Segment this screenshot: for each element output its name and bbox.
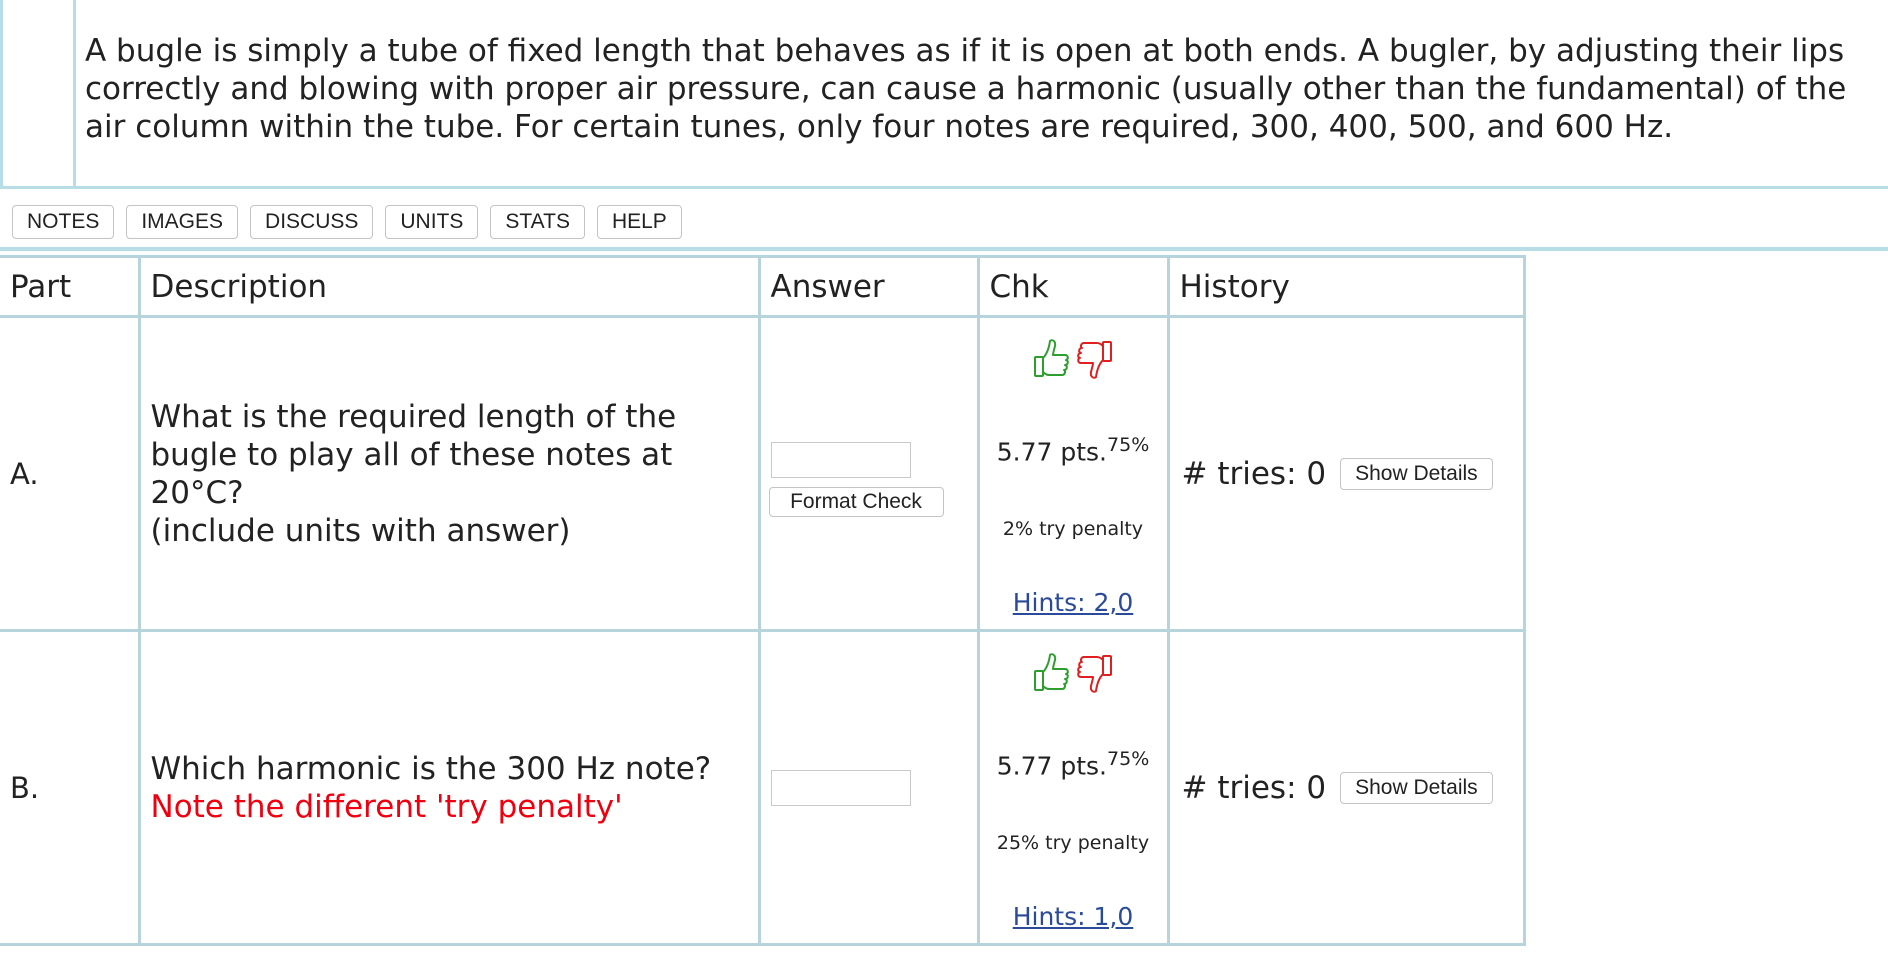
description-line: (include units with answer) bbox=[150, 512, 571, 549]
history-cell: # tries: 0 Show Details bbox=[1166, 629, 1526, 946]
header-answer: Answer bbox=[757, 255, 980, 318]
images-button[interactable]: IMAGES bbox=[126, 205, 239, 239]
tries-count: # tries: 0 bbox=[1181, 769, 1327, 806]
percent-value: 75% bbox=[1107, 748, 1150, 770]
answer-cell bbox=[757, 629, 980, 946]
answer-input[interactable] bbox=[770, 442, 911, 478]
description-line: bugle to play all of these notes at bbox=[150, 436, 673, 473]
answer-cell: Format Check bbox=[757, 315, 980, 632]
question-description: What is the required length of the bugle… bbox=[137, 315, 761, 632]
answer-input[interactable] bbox=[770, 770, 911, 806]
table-header-row: Part Description Answer Chk History bbox=[0, 255, 1526, 318]
discuss-button[interactable]: DISCUSS bbox=[250, 205, 374, 239]
hints-link[interactable]: Hints: 1,0 bbox=[980, 902, 1167, 931]
description-line: Which harmonic is the 300 Hz note? bbox=[150, 750, 712, 787]
hints-link[interactable]: Hints: 2,0 bbox=[980, 588, 1167, 617]
header-chk: Chk bbox=[976, 255, 1170, 318]
penalty-note: Note the different 'try penalty' bbox=[150, 788, 623, 825]
thumbs-down-icon[interactable] bbox=[1075, 650, 1115, 696]
toolbar: NOTES IMAGES DISCUSS UNITS STATS HELP bbox=[12, 205, 682, 239]
problem-box: A bugle is simply a tube of fixed length… bbox=[0, 0, 1888, 189]
thumbs-up-icon[interactable] bbox=[1031, 650, 1071, 696]
description-line: What is the required length of the bbox=[150, 398, 677, 435]
header-history: History bbox=[1166, 255, 1526, 318]
part-label: B. bbox=[0, 629, 141, 946]
tries-count: # tries: 0 bbox=[1181, 455, 1327, 492]
question-description: Which harmonic is the 300 Hz note? Note … bbox=[137, 629, 761, 946]
try-penalty: 2% try penalty bbox=[1002, 518, 1144, 540]
table-row: A. What is the required length of the bu… bbox=[0, 315, 1526, 632]
notes-button[interactable]: NOTES bbox=[12, 205, 115, 239]
header-description: Description bbox=[137, 255, 761, 318]
history-cell: # tries: 0 Show Details bbox=[1166, 315, 1526, 632]
format-check-button[interactable]: Format Check bbox=[768, 487, 944, 517]
points-value: 5.77 pts. bbox=[996, 437, 1108, 467]
points-label: 5.77 pts.75% bbox=[980, 748, 1167, 780]
stats-button[interactable]: STATS bbox=[490, 205, 585, 239]
show-details-button[interactable]: Show Details bbox=[1340, 771, 1493, 804]
thumbs-down-icon[interactable] bbox=[1075, 336, 1115, 382]
try-penalty: 25% try penalty bbox=[996, 832, 1150, 854]
table-row: B. Which harmonic is the 300 Hz note? No… bbox=[0, 629, 1526, 946]
units-button[interactable]: UNITS bbox=[385, 205, 479, 239]
description-line: 20°C? bbox=[150, 474, 244, 511]
header-part: Part bbox=[0, 255, 141, 318]
part-label: A. bbox=[0, 315, 141, 632]
toolbar-divider bbox=[0, 247, 1888, 251]
thumbs-up-icon[interactable] bbox=[1031, 336, 1071, 382]
points-value: 5.77 pts. bbox=[996, 751, 1108, 781]
question-table: Part Description Answer Chk History A. W… bbox=[0, 255, 1526, 946]
show-details-button[interactable]: Show Details bbox=[1340, 457, 1493, 490]
percent-value: 75% bbox=[1107, 434, 1150, 456]
points-label: 5.77 pts.75% bbox=[980, 434, 1167, 466]
problem-statement: A bugle is simply a tube of fixed length… bbox=[85, 33, 1847, 145]
chk-cell: 5.77 pts.75% 25% try penalty Hints: 1,0 bbox=[976, 629, 1170, 946]
chk-cell: 5.77 pts.75% 2% try penalty Hints: 2,0 bbox=[976, 315, 1170, 632]
help-button[interactable]: HELP bbox=[596, 205, 682, 239]
